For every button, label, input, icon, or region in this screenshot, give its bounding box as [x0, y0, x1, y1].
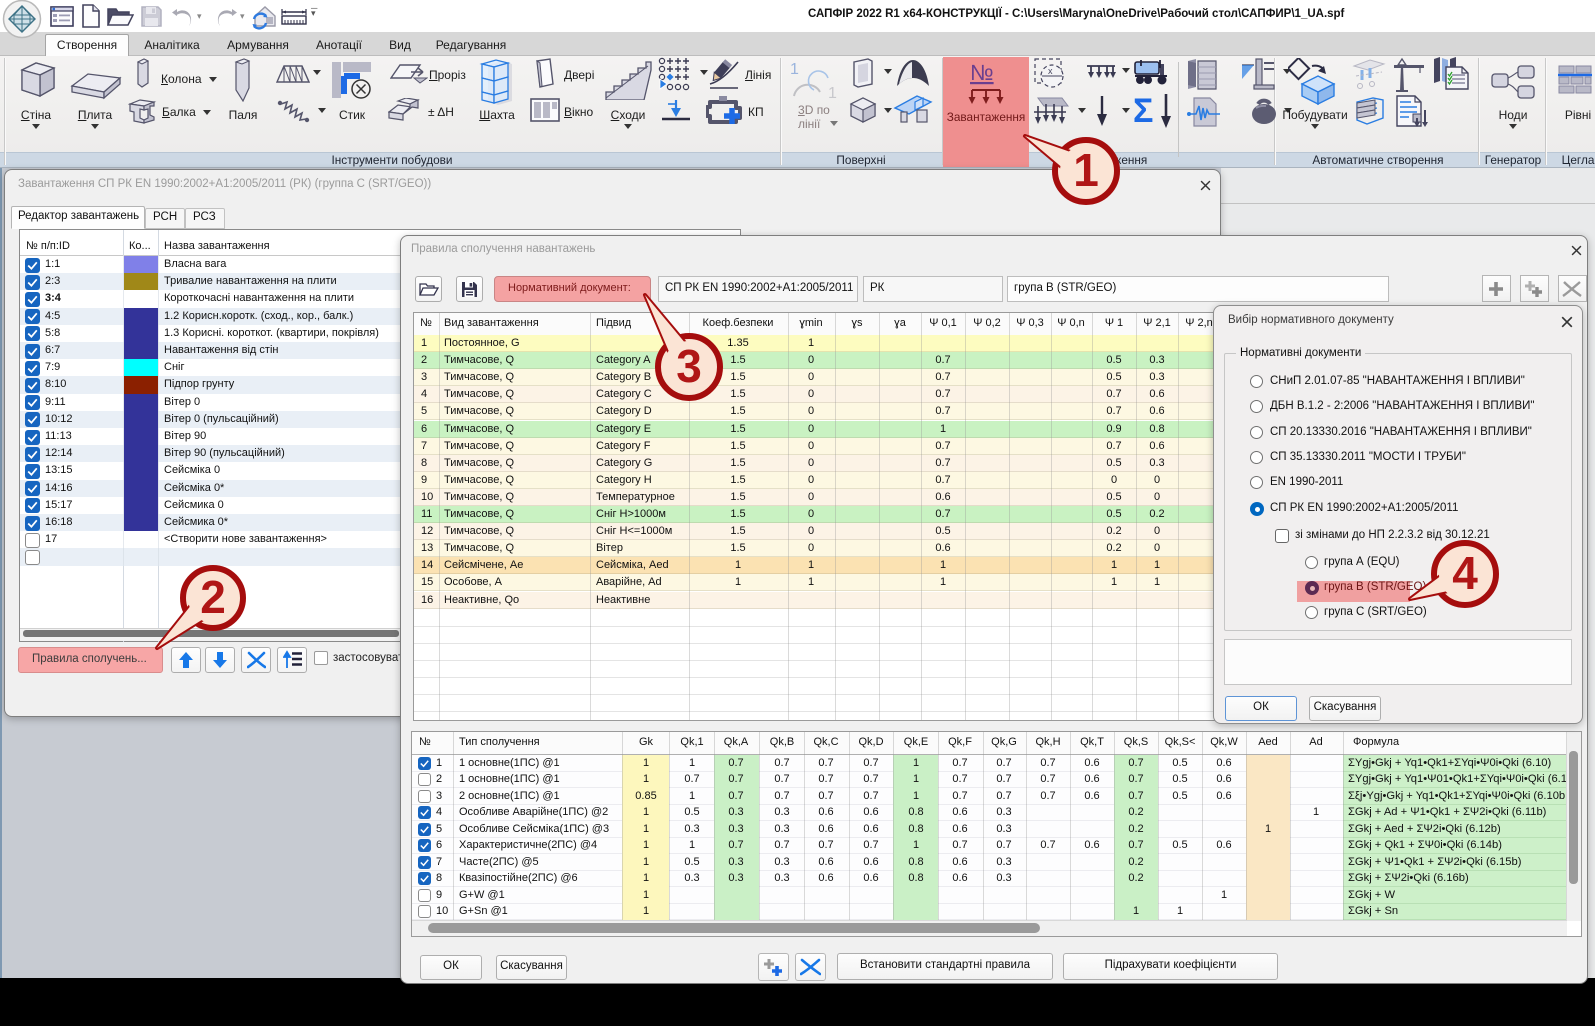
svg-text:1: 1 [1073, 144, 1099, 196]
svg-text:1: 1 [790, 61, 799, 78]
svg-text:2: 2 [200, 571, 226, 623]
svg-text:1: 1 [828, 85, 837, 100]
svg-text:№: № [970, 60, 994, 85]
svg-text:4: 4 [1452, 547, 1478, 599]
svg-text:x: x [1048, 66, 1053, 76]
svg-text:3: 3 [676, 340, 702, 392]
